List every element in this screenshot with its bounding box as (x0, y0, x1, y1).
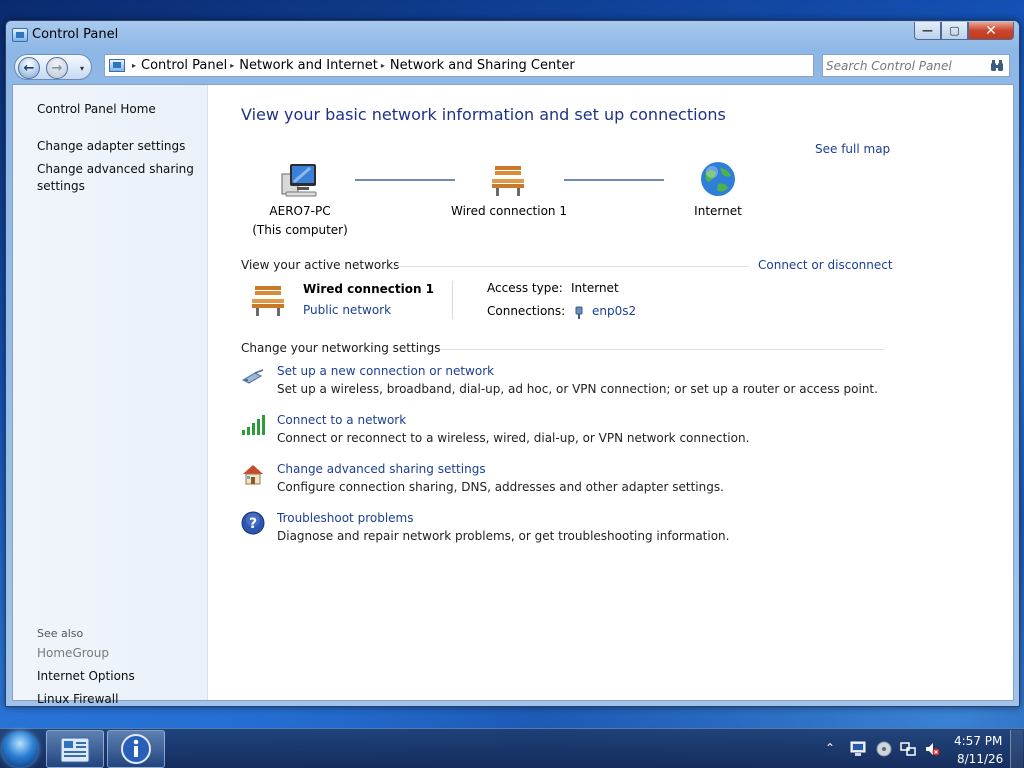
back-button[interactable]: ← (18, 57, 40, 79)
active-networks-heading: View your active networks (241, 258, 400, 272)
show-desktop-button[interactable] (1010, 730, 1023, 768)
setup-connection-desc: Set up a wireless, broadband, dial-up, a… (277, 382, 878, 396)
active-network-name: Wired connection 1 (303, 282, 435, 296)
troubleshoot-desc: Diagnose and repair network problems, or… (277, 529, 730, 543)
advanced-sharing-desc: Configure connection sharing, DNS, addre… (277, 480, 724, 494)
maximize-button[interactable]: ▢ (941, 22, 968, 40)
recent-pages-button[interactable]: ▾ (75, 57, 89, 79)
sidebar-item-internet-options[interactable]: Internet Options (37, 668, 135, 685)
ethernet-icon (575, 306, 583, 319)
computer-subtitle: (This computer) (252, 223, 348, 237)
control-panel-icon (12, 28, 28, 42)
main-panel: View your basic network information and … (209, 85, 1013, 700)
advanced-sharing-link[interactable]: Change advanced sharing settings (277, 462, 486, 476)
nav-buttons: ← → ▾ (14, 54, 92, 80)
clock-time[interactable]: 4:57 PM (954, 734, 1002, 748)
search-input[interactable] (826, 58, 986, 73)
connections-label: Connections: (487, 304, 566, 318)
setup-connection-link[interactable]: Set up a new connection or network (277, 364, 494, 378)
setup-connection-icon (241, 369, 264, 384)
address-bar[interactable]: ▸ Control Panel ▸ Network and Internet ▸… (104, 54, 814, 77)
search-icon[interactable] (990, 60, 1004, 72)
map-connector-line (355, 179, 455, 181)
sidebar-item-linux-firewall[interactable]: Linux Firewall (37, 691, 118, 708)
task-connect-network: Connect to a network Connect or reconnec… (241, 413, 901, 453)
search-box (822, 54, 1010, 77)
chevron-right-icon[interactable]: ▸ (132, 61, 136, 70)
clock-date[interactable]: 8/11/26 (957, 752, 1003, 766)
map-node-computer[interactable]: AERO7-PC (This computer) (245, 160, 355, 240)
map-connector-line (564, 179, 664, 181)
sidebar-item-change-adapter-settings[interactable]: Change adapter settings (37, 138, 185, 155)
connect-network-link[interactable]: Connect to a network (277, 413, 406, 427)
computer-icon (281, 164, 317, 197)
networking-settings-heading: Change your networking settings (241, 341, 441, 355)
task-advanced-sharing: Change advanced sharing settings Configu… (241, 462, 901, 502)
taskbar-control-panel-button[interactable] (46, 730, 104, 768)
start-button[interactable] (2, 731, 38, 767)
connection-adapter-link[interactable]: enp0s2 (592, 304, 636, 318)
bench-icon (252, 286, 284, 316)
connect-network-desc: Connect or reconnect to a wireless, wire… (277, 431, 750, 445)
taskbar: ⌃ 4:57 PM 8/11/26 (0, 728, 1024, 768)
map-node-internet[interactable]: Internet (668, 160, 768, 221)
bench-icon (492, 166, 524, 196)
section-divider (393, 266, 749, 267)
breadcrumb-network-sharing-center[interactable]: Network and Sharing Center (390, 58, 575, 73)
home-icon (243, 465, 263, 485)
vertical-divider (452, 281, 453, 319)
see-full-map-link[interactable]: See full map (815, 142, 890, 156)
disc-icon[interactable] (876, 741, 892, 757)
control-panel-icon (60, 737, 90, 763)
help-icon: ? (241, 511, 265, 535)
taskbar-info-button[interactable] (107, 730, 165, 768)
task-troubleshoot: ? Troubleshoot problems Diagnose and rep… (241, 511, 901, 551)
connection-name: Wired connection 1 (451, 204, 567, 218)
map-node-connection[interactable]: Wired connection 1 (449, 160, 569, 221)
sidebar: Control Panel Home Change adapter settin… (13, 85, 208, 706)
breadcrumb-network-and-internet[interactable]: Network and Internet (239, 58, 378, 73)
connect-or-disconnect-link[interactable]: Connect or disconnect (758, 258, 893, 272)
breadcrumb-control-panel[interactable]: Control Panel (141, 58, 227, 73)
window-controls: — ▢ ✕ (914, 22, 1014, 40)
section-divider (440, 349, 884, 350)
access-type-label: Access type: (487, 281, 563, 295)
access-type-value: Internet (571, 281, 619, 295)
control-panel-window: Control Panel — ▢ ✕ ← → ▾ ▸ Control Pane… (5, 20, 1020, 707)
svg-text:?: ? (249, 516, 257, 532)
show-hidden-icons-button[interactable]: ⌃ (825, 741, 835, 755)
navigation-bar: ← → ▾ ▸ Control Panel ▸ Network and Inte… (12, 52, 1013, 82)
close-button[interactable]: ✕ (968, 22, 1014, 40)
sidebar-item-control-panel-home[interactable]: Control Panel Home (37, 101, 156, 118)
info-icon (121, 734, 151, 764)
window-title: Control Panel (32, 27, 119, 42)
chevron-right-icon[interactable]: ▸ (230, 61, 234, 70)
title-bar[interactable]: Control Panel — ▢ ✕ (6, 21, 1019, 49)
see-also-heading: See also (37, 627, 84, 640)
control-panel-icon (109, 59, 125, 72)
troubleshoot-link[interactable]: Troubleshoot problems (277, 511, 413, 525)
globe-icon (701, 162, 735, 196)
task-setup-connection: Set up a new connection or network Set u… (241, 364, 901, 404)
chevron-right-icon[interactable]: ▸ (381, 61, 385, 70)
display-icon[interactable] (850, 741, 866, 757)
sidebar-item-homegroup[interactable]: HomeGroup (37, 645, 109, 662)
network-tray-icon[interactable] (900, 741, 916, 757)
network-type-link[interactable]: Public network (303, 303, 391, 317)
computer-name: AERO7-PC (269, 204, 331, 218)
volume-muted-icon[interactable] (924, 741, 940, 757)
sidebar-item-change-advanced-sharing[interactable]: Change advanced sharing settings (37, 161, 202, 195)
internet-label: Internet (694, 204, 742, 218)
signal-bars-icon (242, 415, 265, 435)
content-area: Control Panel Home Change adapter settin… (12, 84, 1014, 706)
page-title: View your basic network information and … (241, 105, 726, 124)
minimize-button[interactable]: — (914, 22, 941, 40)
forward-button[interactable]: → (46, 57, 68, 79)
